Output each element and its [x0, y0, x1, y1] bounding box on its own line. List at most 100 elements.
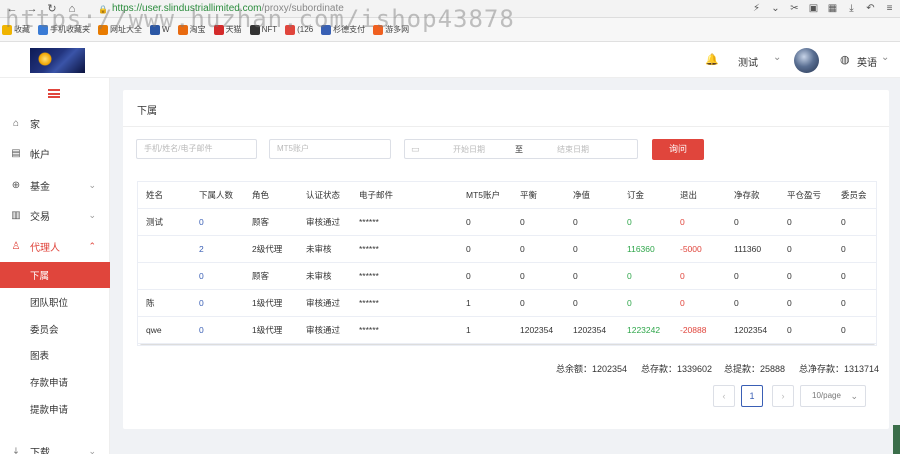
query-button[interactable]: 询问	[652, 139, 704, 160]
start-date-input[interactable]: 开始日期	[453, 144, 485, 155]
sidebar-subitem[interactable]: 图表	[0, 342, 110, 368]
table-cell: 0	[787, 325, 792, 335]
home-browser-icon[interactable]: ⌂	[64, 1, 80, 17]
next-page-button[interactable]: ›	[772, 385, 794, 407]
column-header: 电子邮件	[359, 190, 394, 200]
bookmark-item[interactable]: W	[150, 24, 170, 35]
fund-icon: ⊕	[11, 179, 21, 191]
sidebar-subitem[interactable]: 提款申请	[0, 396, 110, 422]
table-cell: 1	[466, 325, 471, 335]
table-cell: 0	[573, 298, 578, 308]
table-cell: 0	[787, 217, 792, 227]
side-widget[interactable]	[893, 425, 900, 454]
bookmark-item[interactable]: NFT	[249, 24, 277, 35]
sidebar-subitem[interactable]: 下属	[0, 262, 110, 288]
scissors-icon[interactable]: ✂	[788, 2, 801, 15]
bookmark-item[interactable]: 网址大全	[98, 24, 142, 35]
download-browser-icon[interactable]: ⤓	[845, 2, 858, 15]
table-cell: 0	[734, 217, 739, 227]
table-cell: 0	[680, 271, 685, 281]
menu-icon[interactable]: ≡	[883, 2, 896, 15]
table-cell: -20888	[680, 325, 707, 335]
reload-icon[interactable]: ↻	[44, 1, 60, 17]
page-size-value: 10/page	[812, 391, 841, 400]
divider	[123, 126, 889, 127]
bookmark-item[interactable]: 天猫	[213, 24, 242, 35]
logo[interactable]	[30, 48, 85, 73]
chevron-down-icon[interactable]: ⌄	[881, 52, 889, 63]
bookmark-icon	[249, 24, 260, 35]
sidebar-item-agent[interactable]: ♙ 代理人 ⌃	[0, 233, 110, 259]
table-cell: 0	[841, 271, 846, 281]
address-bar[interactable]: 🔒 https://user.slindustriallimited.com/p…	[92, 1, 712, 16]
subordinate-count-link[interactable]: 0	[199, 209, 204, 236]
bookmark-label: 网址大全	[110, 25, 142, 34]
bookmark-item[interactable]: 收藏	[2, 24, 30, 35]
forward-icon[interactable]: →	[24, 1, 40, 17]
sidebar-item-fund[interactable]: ⊕ 基金 ⌄	[0, 172, 110, 198]
table-cell: 0	[841, 244, 846, 254]
sidebar-item-download[interactable]: ⤓ 下载 ⌄	[0, 438, 110, 454]
table-cell: 0	[787, 244, 792, 254]
dropdown-icon[interactable]: ⌄	[769, 2, 782, 15]
sidebar-item-home[interactable]: ⌂ 家	[0, 110, 110, 136]
bookmark-icon	[373, 24, 384, 35]
bookmark-item[interactable]: 手机收藏夹	[38, 24, 90, 35]
bookmark-label: 手机收藏夹	[50, 25, 90, 34]
table-cell: 0	[466, 217, 471, 227]
table-cell: 审核通过	[306, 325, 341, 335]
table-cell: 0	[520, 217, 525, 227]
table-cell: 1级代理	[252, 298, 283, 308]
column-header: 平仓盈亏	[787, 190, 822, 200]
table-cell: 0	[573, 217, 578, 227]
subordinate-count-link[interactable]: 0	[199, 290, 204, 317]
sidebar-subitem[interactable]: 团队职位	[0, 289, 110, 315]
page-number-button[interactable]: 1	[741, 385, 763, 407]
sidebar-item-trade[interactable]: ▥ 交易 ⌄	[0, 202, 110, 228]
table-cell: 未审核	[306, 244, 332, 254]
table-cell: 0	[787, 298, 792, 308]
hamburger-icon[interactable]	[48, 89, 60, 98]
bookmark-icon	[177, 24, 188, 35]
bookmark-item[interactable]: 杉德支付	[321, 24, 365, 35]
sidebar-item-label: 帐户	[30, 149, 50, 161]
bookmark-item[interactable]: 淘宝	[177, 24, 206, 35]
chevron-down-icon[interactable]: ⌄	[773, 52, 781, 63]
end-date-input[interactable]: 结束日期	[557, 144, 589, 155]
table-cell: 0	[841, 217, 846, 227]
back-icon[interactable]: ←	[4, 1, 20, 17]
bookmark-label: 收藏	[14, 25, 30, 34]
language-selector[interactable]: 英语	[857, 54, 877, 69]
table-cell: 0	[520, 244, 525, 254]
total-balance: 总余额：1202354	[556, 364, 628, 374]
bookmark-icon	[38, 24, 48, 35]
bell-icon[interactable]: 🔔	[705, 53, 719, 66]
prev-page-button[interactable]: ‹	[713, 385, 735, 407]
table-cell: ******	[359, 217, 379, 227]
bookmark-item[interactable]: (126	[285, 24, 313, 35]
table-cell: 111360	[734, 244, 762, 254]
sidebar-item-account[interactable]: ▤ 帐户	[0, 140, 110, 166]
grid-icon[interactable]: ▦	[826, 2, 839, 15]
undo-icon[interactable]: ↶	[864, 2, 877, 15]
extension-icon[interactable]: ▣	[807, 2, 820, 15]
avatar[interactable]	[794, 48, 819, 73]
sidebar-subitem[interactable]: 存款申请	[0, 369, 110, 395]
lightning-icon[interactable]: ⚡	[750, 2, 763, 15]
sidebar-subitem[interactable]: 委员会	[0, 316, 110, 342]
date-range-picker[interactable]: ▭ 开始日期 至 结束日期	[404, 139, 638, 159]
subordinate-count-link[interactable]: 0	[199, 317, 204, 344]
page-size-select[interactable]: 10/page ⌄	[800, 385, 866, 407]
mt5-account-input[interactable]: MT5账户	[269, 139, 391, 159]
bookmark-icon	[2, 24, 12, 35]
sidebar-item-label: 下载	[30, 447, 50, 454]
user-name[interactable]: 测试	[738, 54, 758, 69]
browser-toolbar: ← → ↻ ⌂ 🔒 https://user.slindustriallimit…	[0, 0, 900, 18]
search-input[interactable]: 手机/姓名/电子邮件	[136, 139, 257, 159]
globe-icon[interactable]: ◍	[840, 53, 850, 66]
bookmark-item[interactable]: 游多网	[373, 24, 409, 35]
subordinate-count-link[interactable]: 2	[199, 236, 204, 263]
subordinate-count-link[interactable]: 0	[199, 263, 204, 290]
horizontal-scrollbar[interactable]	[140, 344, 875, 345]
table-cell: 审核通过	[306, 217, 341, 227]
